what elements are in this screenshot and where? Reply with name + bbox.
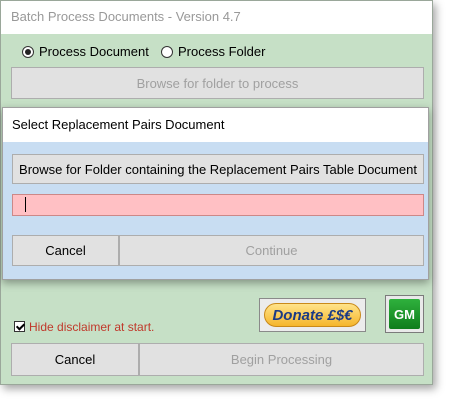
title-bar: Batch Process Documents - Version 4.7 xyxy=(1,1,432,34)
path-field-wrapper xyxy=(12,194,424,216)
dialog-continue-button[interactable]: Continue xyxy=(119,235,424,266)
window-title: Batch Process Documents - Version 4.7 xyxy=(11,9,241,24)
disclaimer-label: Hide disclaimer at start. xyxy=(29,320,155,334)
dialog-title-bar: Select Replacement Pairs Document xyxy=(3,108,428,142)
disclaimer-checkbox[interactable] xyxy=(14,321,25,332)
radio-selected-icon[interactable] xyxy=(22,45,34,58)
donate-button[interactable]: Donate £$€ xyxy=(259,298,366,332)
dialog-cancel-button[interactable]: Cancel xyxy=(12,235,119,266)
radio-process-folder-label: Process Folder xyxy=(178,44,266,59)
browse-replacement-folder-button[interactable]: Browse for Folder containing the Replace… xyxy=(12,154,424,184)
radio-unselected-icon[interactable] xyxy=(161,45,173,58)
donate-label: Donate £$€ xyxy=(264,303,361,327)
replacement-pairs-dialog: Select Replacement Pairs Document Browse… xyxy=(2,107,429,280)
radio-process-document[interactable]: Process Document xyxy=(22,44,149,59)
cancel-button[interactable]: Cancel xyxy=(11,343,139,376)
radio-process-folder[interactable]: Process Folder xyxy=(161,44,265,59)
dialog-title: Select Replacement Pairs Document xyxy=(12,117,225,132)
begin-processing-button[interactable]: Begin Processing xyxy=(139,343,424,376)
radio-process-document-label: Process Document xyxy=(39,44,149,59)
gm-button[interactable]: GM xyxy=(385,295,424,333)
browse-folder-button[interactable]: Browse for folder to process xyxy=(11,67,424,99)
gm-label: GM xyxy=(389,299,420,329)
text-caret xyxy=(25,197,26,212)
path-input[interactable] xyxy=(12,194,424,216)
